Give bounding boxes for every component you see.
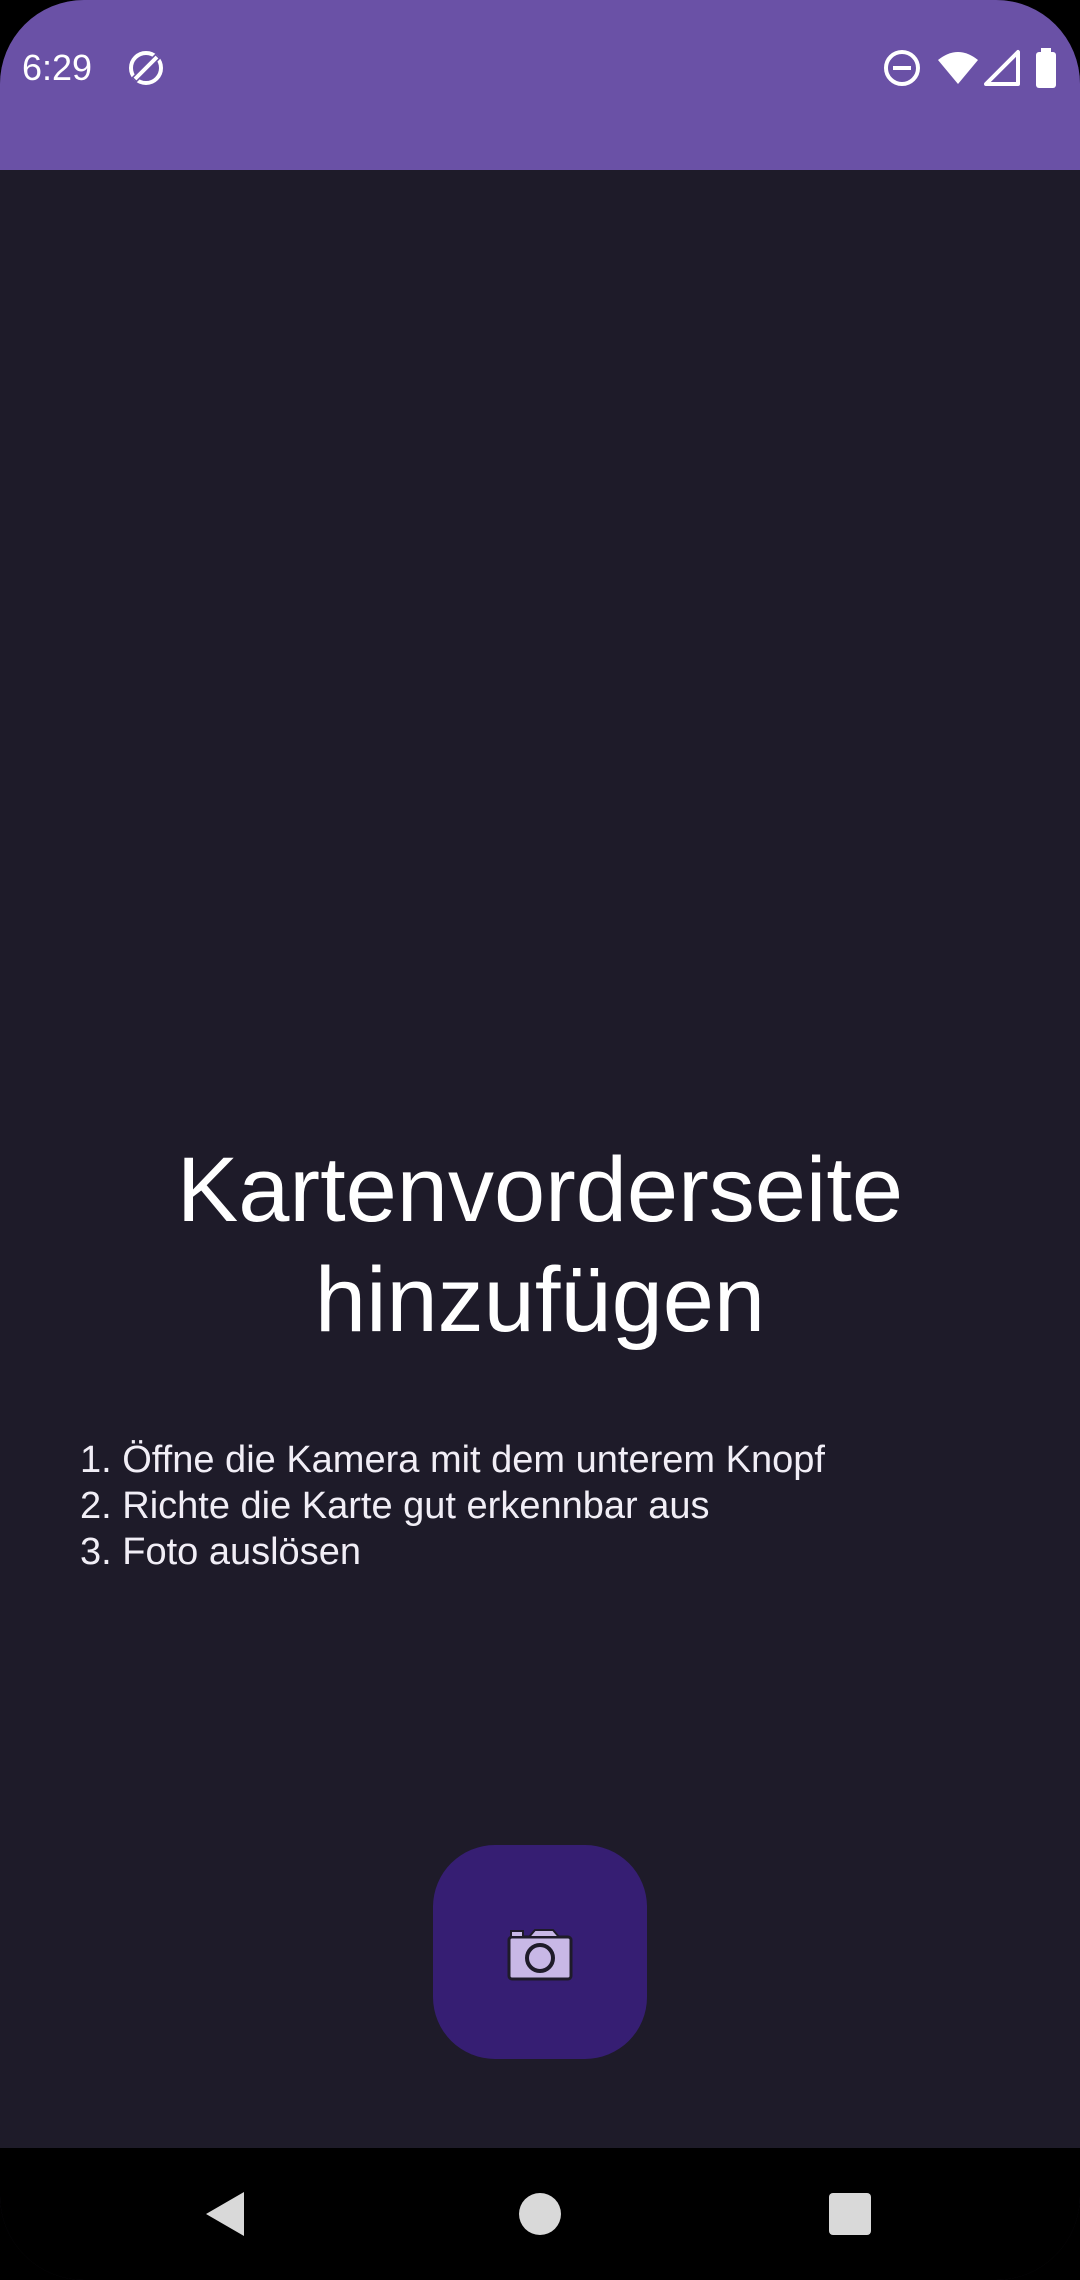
instruction-step: 1. Öffne die Kamera mit dem unterem Knop… [80, 1439, 825, 1481]
page-title: Kartenvorderseite hinzufügen [176, 1139, 904, 1351]
instruction-step: 3. Foto auslösen [80, 1531, 361, 1573]
status-bar: 6:29 [0, 0, 1080, 170]
navigation-bar [0, 2148, 1080, 2280]
sync-disabled-icon [124, 46, 168, 90]
do-not-disturb-icon [880, 46, 924, 90]
instruction-list: 1. Öffne die Kamera mit dem unterem Knop… [80, 1437, 1000, 1575]
phone-screen: 6:29 Kartenvorderseite hinzufügen 1. Öff… [0, 0, 1080, 2280]
recents-icon [829, 2193, 871, 2235]
home-icon [519, 2193, 561, 2235]
home-button[interactable] [504, 2178, 576, 2250]
back-icon [206, 2192, 244, 2236]
wifi-icon [936, 46, 980, 90]
open-camera-button[interactable] [433, 1845, 647, 2059]
cell-signal-icon [980, 46, 1024, 90]
back-button[interactable] [188, 2178, 260, 2250]
main-content: Kartenvorderseite hinzufügen 1. Öffne di… [0, 170, 1080, 2148]
battery-icon [1026, 46, 1066, 90]
recents-button[interactable] [814, 2178, 886, 2250]
status-time: 6:29 [22, 47, 93, 88]
camera-icon [507, 1927, 573, 1981]
instruction-step: 2. Richte die Karte gut erkennbar aus [80, 1485, 710, 1527]
